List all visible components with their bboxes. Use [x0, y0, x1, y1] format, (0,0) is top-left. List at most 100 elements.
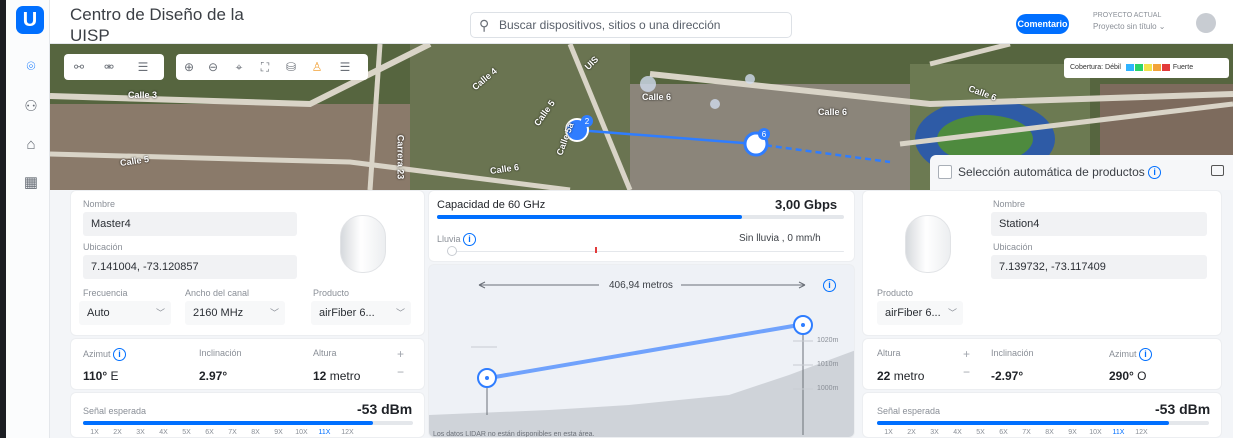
signal-value: -53 dBm — [357, 401, 413, 417]
scale-step[interactable]: 12X — [336, 429, 359, 436]
street-view-icon[interactable]: ♙ — [308, 58, 326, 76]
window-edge — [0, 0, 6, 438]
height-decrement-button[interactable]: − — [397, 365, 404, 379]
scale-step[interactable]: 6X — [992, 429, 1015, 436]
product-select[interactable]: airFiber 6... ﹀ — [877, 301, 963, 325]
azimuth-value[interactable]: 110° E — [83, 369, 119, 383]
info-icon[interactable]: i — [113, 348, 127, 361]
height-increment-button[interactable]: + — [963, 347, 970, 361]
frequency-select[interactable]: Auto ﹀ — [79, 301, 171, 325]
scale-step[interactable]: 10X — [1084, 429, 1107, 436]
height-increment-button[interactable]: + — [397, 347, 404, 361]
node-icon[interactable]: ⚯ — [70, 58, 88, 76]
location-field[interactable]: 7.141004, -73.120857 — [83, 255, 297, 279]
search-icon: ⚲ — [479, 17, 490, 33]
scale-step[interactable]: 8X — [244, 429, 267, 436]
signal-label: Señal esperada — [83, 406, 147, 416]
rain-slider[interactable] — [455, 251, 844, 252]
lidar-note: Los datos LIDAR no están disponibles en … — [433, 431, 595, 438]
topology-icon[interactable]: ⚇ — [20, 96, 42, 118]
map-pin-icon[interactable]: ⌾ — [20, 56, 42, 78]
map-toolbar-right: ⊕ ⊖ ⌖ ⛶ ⛁ ♙ ☰ — [176, 54, 368, 80]
height-value[interactable]: 22 metro — [877, 369, 924, 383]
scale-step[interactable]: 5X — [969, 429, 992, 436]
calculator-icon[interactable]: ▦ — [20, 172, 42, 194]
tilt-value[interactable]: -2.97° — [991, 369, 1023, 383]
name-field[interactable]: Station4 — [991, 212, 1207, 236]
info-icon[interactable]: i — [823, 279, 836, 292]
coverage-strong-label: Fuerte — [1172, 64, 1194, 71]
chevron-down-icon: ﹀ — [395, 308, 405, 318]
auto-select-checkbox[interactable] — [938, 165, 952, 179]
elevation-tick: 1020m — [817, 337, 839, 344]
zoom-in-icon[interactable]: ⊕ — [180, 58, 198, 76]
azimuth-label: Azimut i — [1109, 348, 1153, 361]
product-label: Producto — [877, 288, 914, 298]
satellite-map[interactable]: 2 6 Calle 3 Calle 5 Calle 4 Calle 5 Call… — [50, 44, 1233, 190]
scale-step[interactable]: 2X — [106, 429, 129, 436]
scale-step[interactable]: 7X — [221, 429, 244, 436]
elevation-tick: 1010m — [817, 361, 839, 368]
scale-step[interactable]: 11X — [1107, 429, 1130, 436]
device-image — [905, 215, 951, 273]
azimuth-value[interactable]: 290° O — [1109, 369, 1147, 383]
project-selector[interactable]: Proyecto sin título ⌄ — [1093, 22, 1166, 31]
street-label: Calle 3 — [128, 90, 158, 100]
coverage-legend: Cobertura: Débil Fuerte — [1064, 58, 1229, 78]
scale-step[interactable]: 4X — [152, 429, 175, 436]
top-bar: Centro de Diseño de la UISP ⚲ Comentario… — [50, 0, 1233, 45]
scale-step[interactable]: 7X — [1015, 429, 1038, 436]
scale-step[interactable]: 1X — [877, 429, 900, 436]
avatar[interactable] — [1196, 13, 1216, 33]
channel-width-select[interactable]: 2160 MHz ﹀ — [185, 301, 285, 325]
menu-icon[interactable]: ☰ — [336, 58, 354, 76]
link-tool-icon[interactable]: ⚮ — [100, 58, 118, 76]
scale-step[interactable]: 3X — [129, 429, 152, 436]
search-input[interactable] — [499, 16, 785, 34]
master-device-card: Nombre Master4 Ubicación 7.141004, -73.1… — [70, 190, 425, 336]
scale-step[interactable]: 9X — [1061, 429, 1084, 436]
scale-step[interactable]: 6X — [198, 429, 221, 436]
location-label: Ubicación — [993, 242, 1033, 252]
info-icon[interactable]: i — [463, 233, 477, 246]
uisp-logo[interactable]: U — [16, 6, 44, 34]
rain-slider-handle[interactable] — [447, 246, 457, 256]
name-field[interactable]: Master4 — [83, 212, 297, 236]
info-icon[interactable]: i — [1139, 348, 1153, 361]
router-icon[interactable]: ⌂ — [20, 134, 42, 156]
zoom-out-icon[interactable]: ⊖ — [204, 58, 222, 76]
scale-step[interactable]: 2X — [900, 429, 923, 436]
scale-step[interactable]: 8X — [1038, 429, 1061, 436]
distance-label: 406,94 metros — [609, 280, 673, 291]
search-box[interactable]: ⚲ — [470, 12, 792, 38]
fullscreen-icon[interactable]: ⛶ — [256, 58, 274, 76]
scale-step[interactable]: 10X — [290, 429, 313, 436]
street-label: Calle 6 — [642, 92, 672, 102]
scale-step[interactable]: 1X — [83, 429, 106, 436]
height-decrement-button[interactable]: − — [963, 365, 970, 379]
chat-icon[interactable] — [1211, 165, 1224, 176]
scale-step[interactable]: 12X — [1130, 429, 1153, 436]
locate-icon[interactable]: ⌖ — [230, 58, 248, 76]
tilt-label: Inclinación — [991, 348, 1034, 358]
comment-button[interactable]: Comentario — [1016, 14, 1069, 34]
layers-icon[interactable]: ⛁ — [282, 58, 300, 76]
street-label: Calle 6 — [818, 107, 848, 117]
filter-icon[interactable]: ☰ — [134, 58, 152, 76]
scale-step[interactable]: 5X — [175, 429, 198, 436]
scale-step[interactable]: 3X — [923, 429, 946, 436]
master-orientation-card: Azimut i 110° E Inclinación 2.97° Altura… — [70, 338, 425, 390]
badge-b: 6 — [762, 130, 767, 139]
scale-step[interactable]: 11X — [313, 429, 336, 436]
height-value[interactable]: 12 metro — [313, 369, 360, 383]
location-label: Ubicación — [83, 242, 123, 252]
signal-value: -53 dBm — [1155, 401, 1211, 417]
scale-step[interactable]: 4X — [946, 429, 969, 436]
location-field[interactable]: 7.139732, -73.117409 — [991, 255, 1207, 279]
station-orientation-card: Altura 22 metro + − Inclinación -2.97° A… — [862, 338, 1222, 390]
info-icon[interactable]: i — [1148, 166, 1162, 180]
project-label: PROYECTO ACTUAL — [1093, 12, 1162, 19]
product-select[interactable]: airFiber 6... ﹀ — [311, 301, 411, 325]
tilt-value[interactable]: 2.97° — [199, 369, 227, 383]
scale-step[interactable]: 9X — [267, 429, 290, 436]
